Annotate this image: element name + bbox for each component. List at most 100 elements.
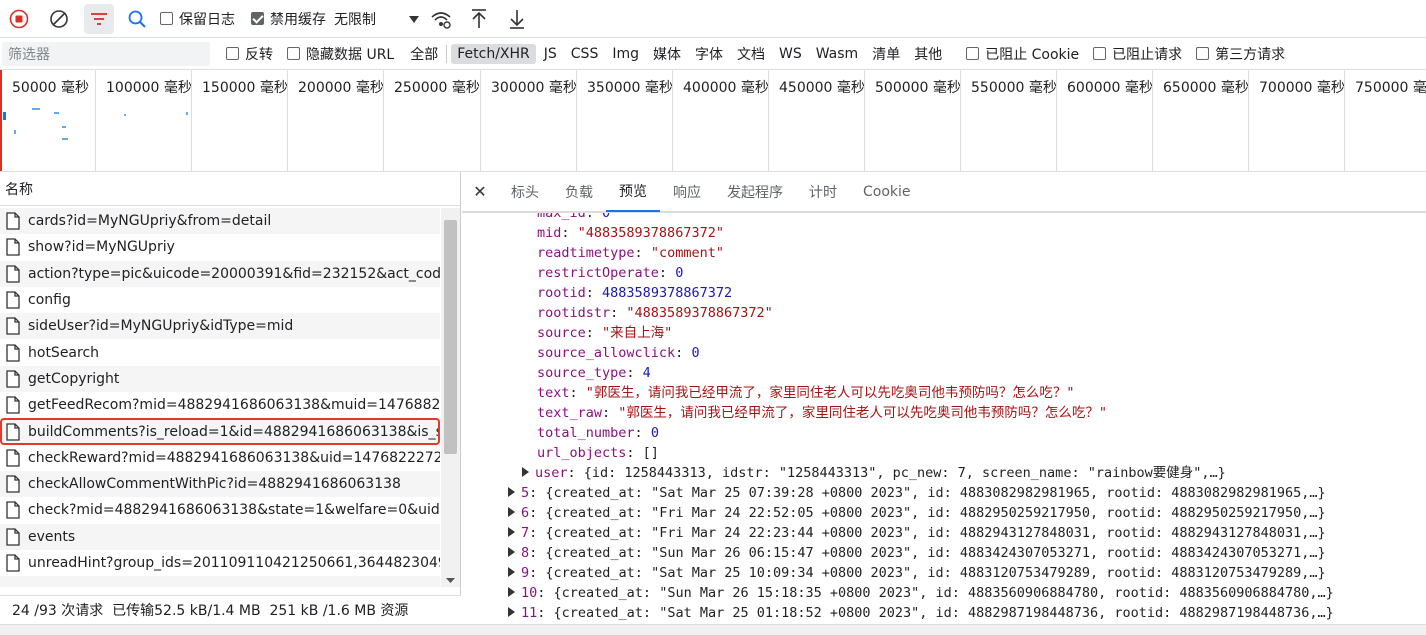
json-array-item[interactable]: 11: {created_at: "Sat Mar 25 01:18:52 +0… — [508, 603, 1334, 623]
throttle-select[interactable]: 无限制 — [334, 9, 420, 29]
timeline-tick: 400000 毫秒 — [672, 70, 769, 171]
json-key: total_number — [537, 425, 635, 441]
request-row[interactable]: config — [0, 287, 440, 313]
network-conditions-button[interactable] — [426, 4, 456, 34]
preserve-log-box[interactable] — [160, 12, 173, 25]
type-filter-4[interactable]: Img — [606, 44, 645, 64]
expand-arrow-icon[interactable] — [508, 587, 515, 597]
expand-arrow-icon[interactable] — [508, 607, 515, 617]
type-filter-6[interactable]: 字体 — [689, 42, 729, 66]
name-column-header[interactable]: 名称 — [0, 172, 460, 206]
tab-2[interactable]: 预览 — [606, 172, 660, 212]
tab-1[interactable]: 负载 — [552, 172, 606, 212]
type-filter-3[interactable]: CSS — [565, 44, 605, 64]
json-value: 0 — [675, 265, 684, 281]
blocked-requests-checkbox[interactable]: 已阻止请求 — [1093, 44, 1182, 64]
json-array-item[interactable]: 8: {created_at: "Sun Mar 26 06:15:47 +08… — [508, 543, 1326, 563]
request-row[interactable]: show?id=MyNGUpriy — [0, 234, 440, 260]
tab-5[interactable]: 计时 — [796, 172, 850, 212]
type-filter-2[interactable]: JS — [538, 44, 563, 64]
json-user-row[interactable]: user: {id: 1258443313, idstr: "125844331… — [522, 463, 1226, 483]
record-icon — [9, 9, 29, 28]
request-rows: cards?id=MyNGUpriy&from=detail show?id=My… — [0, 208, 440, 587]
expand-arrow-icon[interactable] — [522, 467, 529, 477]
tab-6[interactable]: Cookie — [850, 172, 924, 212]
tab-4[interactable]: 发起程序 — [714, 172, 796, 212]
invert-box[interactable] — [226, 47, 239, 60]
type-filter-0[interactable]: 全部 — [404, 42, 444, 66]
type-filter-9[interactable]: Wasm — [810, 44, 864, 64]
timeline-overview[interactable]: 50000 毫秒 100000 毫秒 150000 毫秒 200000 毫秒 25000… — [0, 70, 1426, 172]
blocked-cookies-checkbox[interactable]: 已阻止 Cookie — [966, 44, 1079, 64]
request-list-scrollbar[interactable] — [441, 208, 460, 587]
clear-button[interactable] — [44, 4, 74, 34]
type-separator — [446, 44, 448, 63]
filter-bar: 筛选器 反转 隐藏数据 URL 全部 Fetch/XHR JS CSS Img 媒体 字体文… — [0, 38, 1426, 70]
json-array-item[interactable]: 10: {created_at: "Sun Mar 26 15:18:35 +0… — [508, 583, 1334, 603]
expand-arrow-icon[interactable] — [508, 507, 515, 517]
expand-arrow-icon[interactable] — [508, 567, 515, 577]
type-filter-1[interactable]: Fetch/XHR — [451, 43, 536, 64]
scrollbar-thumb[interactable] — [444, 220, 457, 454]
request-row[interactable]: hotSearch — [0, 339, 440, 365]
hide-data-url-checkbox[interactable]: 隐藏数据 URL — [287, 44, 394, 64]
invert-checkbox[interactable]: 反转 — [226, 44, 273, 64]
timeline-tick: 250000 毫秒 — [383, 70, 480, 171]
type-filter-5[interactable]: 媒体 — [647, 42, 687, 66]
request-row[interactable]: getCopyright — [0, 365, 440, 393]
request-name: cards?id=MyNGUpriy&from=detail — [28, 213, 272, 230]
request-row[interactable]: unreadHint?group_ids=201109110421250661,… — [0, 550, 440, 576]
name-column-label: 名称 — [5, 181, 33, 198]
json-array-item[interactable]: 9: {created_at: "Sat Mar 25 10:09:34 +08… — [508, 563, 1326, 583]
record-stop-button[interactable] — [4, 4, 34, 34]
scroll-down-icon[interactable] — [441, 575, 460, 585]
tab-3[interactable]: 响应 — [660, 172, 714, 212]
json-value: {created_at: "Sat Mar 25 01:18:52 +0800 … — [553, 605, 1334, 621]
import-har-button[interactable] — [464, 4, 494, 34]
preserve-log-checkbox[interactable]: 保留日志 — [160, 9, 235, 29]
request-row[interactable]: getFeedRecom?mid=4882941686063138&muid=1… — [0, 392, 440, 418]
request-row[interactable]: checkAllowCommentWithPic?id=488294168606… — [0, 470, 440, 498]
json-index: 6 — [521, 505, 530, 521]
disable-cache-box[interactable] — [251, 12, 264, 25]
third-party-checkbox[interactable]: 第三方请求 — [1196, 44, 1285, 64]
json-array-item[interactable]: 6: {created_at: "Fri Mar 24 22:52:05 +08… — [508, 503, 1326, 523]
request-row[interactable]: check?mid=4882941686063138&state=1&welfa… — [0, 497, 440, 523]
type-filter-10[interactable]: 清单 — [866, 42, 906, 66]
expand-arrow-icon[interactable] — [508, 487, 515, 497]
request-row[interactable]: cards?id=MyNGUpriy&from=detail — [0, 208, 440, 235]
expand-arrow-icon[interactable] — [508, 527, 515, 537]
blocked-cookies-box[interactable] — [966, 47, 980, 60]
json-property: readtimetype: "comment" — [537, 245, 724, 261]
request-row[interactable]: buildComments?is_reload=1&id=48829416860… — [0, 418, 440, 445]
request-row-partial[interactable] — [0, 576, 440, 587]
third-party-box[interactable] — [1196, 47, 1210, 60]
json-array-item[interactable]: 7: {created_at: "Fri Mar 24 22:23:44 +08… — [508, 523, 1326, 543]
expand-arrow-icon[interactable] — [508, 547, 515, 557]
timeline-tick: 200000 毫秒 — [287, 70, 384, 171]
json-index: 11 — [521, 605, 538, 621]
request-row[interactable]: action?type=pic&uicode=20000391&fid=2321… — [0, 260, 440, 287]
type-filter-8[interactable]: WS — [773, 44, 808, 64]
json-index: 7 — [521, 525, 530, 541]
search-button[interactable] — [122, 4, 152, 34]
json-value: "4883589378867372" — [577, 225, 724, 241]
close-detail-button[interactable]: ✕ — [462, 182, 498, 201]
disable-cache-checkbox[interactable]: 禁用缓存 — [251, 9, 326, 29]
filter-toggle-button[interactable] — [84, 3, 114, 34]
json-property: source_allowclick: 0 — [537, 345, 700, 361]
json-value: {created_at: "Fri Mar 24 22:52:05 +0800 … — [545, 505, 1326, 521]
request-row[interactable]: checkReward?mid=4882941686063138&uid=147… — [0, 445, 440, 471]
json-array-item[interactable]: 5: {created_at: "Sat Mar 25 07:39:28 +08… — [508, 483, 1326, 503]
tab-0[interactable]: 标头 — [498, 172, 552, 212]
export-har-button[interactable] — [502, 4, 532, 34]
hide-data-url-box[interactable] — [287, 47, 300, 60]
blocked-requests-box[interactable] — [1093, 47, 1107, 60]
type-filter-11[interactable]: 其他 — [908, 42, 948, 66]
request-row[interactable]: events — [0, 523, 440, 550]
type-filter-7[interactable]: 文档 — [731, 42, 771, 66]
json-index: 9 — [521, 565, 530, 581]
filter-input[interactable]: 筛选器 — [2, 41, 210, 66]
hide-data-url-label: 隐藏数据 URL — [306, 46, 395, 63]
request-row[interactable]: sideUser?id=MyNGUpriy&idType=mid — [0, 313, 440, 340]
